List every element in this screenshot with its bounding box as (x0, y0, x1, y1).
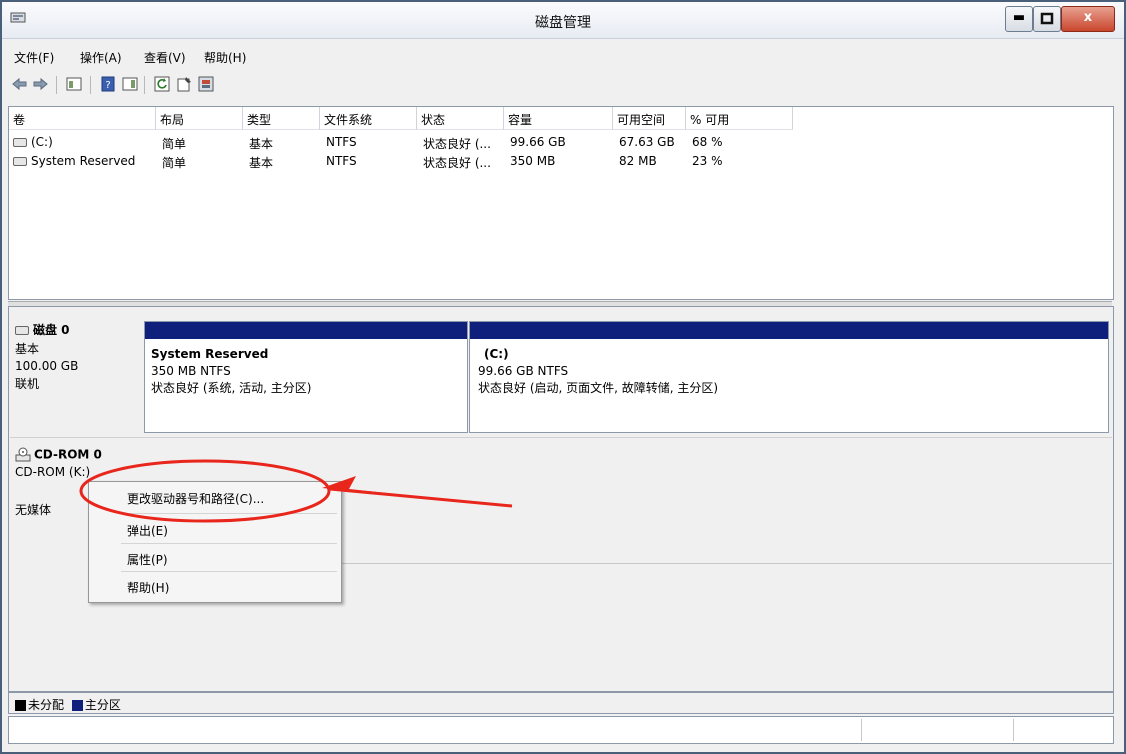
cell-percent-free: 68 % (692, 135, 723, 149)
svg-text:?: ? (105, 80, 110, 91)
cell-free-space: 82 MB (619, 154, 657, 168)
column-header-volume[interactable]: 卷 (9, 107, 156, 130)
menu-item-eject[interactable]: 弹出(E) (91, 517, 338, 541)
toolbar-separator (144, 76, 145, 94)
legend-unallocated-swatch (15, 700, 26, 711)
cell-capacity: 350 MB (510, 154, 556, 168)
volume-icon (13, 138, 27, 147)
properties-icon[interactable] (176, 76, 192, 92)
disk-size: 100.00 GB (15, 359, 79, 373)
menu-separator (121, 513, 337, 514)
partition-system-reserved[interactable]: System Reserved 350 MB NTFS 状态良好 (系统, 活动… (144, 321, 468, 433)
status-bar-separator (1013, 719, 1014, 741)
primary-partition-bar (145, 322, 467, 339)
cell-free-space: 67.63 GB (619, 135, 675, 149)
primary-partition-bar (470, 322, 1108, 339)
cell-percent-free: 23 % (692, 154, 723, 168)
cell-volume: (C:) (31, 135, 53, 149)
disk-name: 磁盘 0 (33, 323, 70, 337)
back-arrow-icon[interactable] (12, 76, 28, 92)
legend: 未分配 主分区 (8, 692, 1114, 714)
menu-item-change-drive-letter[interactable]: 更改驱动器号和路径(C)... (91, 485, 338, 509)
minimize-button[interactable]: ▬ (1005, 6, 1033, 32)
column-header-status[interactable]: 状态 (417, 107, 504, 130)
title-bar: 磁盘管理 ▬ x (2, 2, 1124, 39)
disk-status: 联机 (15, 377, 40, 391)
cell-capacity: 99.66 GB (510, 135, 566, 149)
cell-layout: 简单 (162, 156, 187, 170)
console-tree-icon[interactable] (66, 76, 82, 92)
maximize-icon (1040, 12, 1054, 25)
partition-size: 350 MB NTFS (151, 364, 231, 378)
menu-item-properties[interactable]: 属性(P) (91, 546, 338, 570)
cdrom-drive: CD-ROM (K:) (15, 465, 91, 479)
column-header-percent-free[interactable]: % 可用 (686, 107, 793, 130)
maximize-button[interactable] (1033, 6, 1061, 32)
close-button[interactable]: x (1061, 6, 1115, 32)
disk-management-window: 磁盘管理 ▬ x 文件(F) 操作(A) 查看(V) 帮助(H) ? 卷 布局 … (0, 0, 1126, 754)
toolbar-separator (56, 76, 57, 94)
context-menu: 更改驱动器号和路径(C)... 弹出(E) 属性(P) 帮助(H) (88, 481, 342, 603)
close-icon: x (1083, 10, 1093, 25)
partition-c-drive[interactable]: (C:) 99.66 GB NTFS 状态良好 (启动, 页面文件, 故障转储,… (469, 321, 1109, 433)
disk-0-label[interactable]: 磁盘 0 基本 100.00 GB 联机 (15, 315, 147, 435)
partition-name: (C:) (484, 347, 509, 361)
menu-file[interactable]: 文件(F) (14, 49, 54, 66)
window-title: 磁盘管理 (535, 15, 591, 31)
cdrom-icon (15, 447, 31, 462)
legend-unallocated-label: 未分配 (28, 698, 65, 712)
forward-arrow-icon[interactable] (32, 76, 48, 92)
legend-primary-label: 主分区 (84, 698, 121, 712)
partition-status: 状态良好 (系统, 活动, 主分区) (151, 381, 312, 395)
minimize-icon: ▬ (1012, 10, 1026, 25)
menu-action[interactable]: 操作(A) (80, 49, 122, 66)
partition-status: 状态良好 (启动, 页面文件, 故障转储, 主分区) (478, 381, 719, 395)
menu-separator (121, 571, 337, 572)
menu-separator (121, 543, 337, 544)
column-header-type[interactable]: 类型 (243, 107, 320, 130)
disk-icon (15, 326, 29, 335)
menu-item-help[interactable]: 帮助(H) (91, 574, 338, 598)
cell-status: 状态良好 (... (423, 137, 491, 151)
partition-size: 99.66 GB NTFS (478, 364, 569, 378)
cell-status: 状态良好 (... (423, 156, 491, 170)
refresh-icon[interactable] (154, 76, 170, 92)
volume-icon (13, 157, 27, 166)
partition-name: System Reserved (151, 347, 269, 361)
column-header-capacity[interactable]: 容量 (504, 107, 613, 130)
cell-volume: System Reserved (31, 154, 136, 168)
cdrom-name: CD-ROM 0 (34, 447, 102, 462)
column-header-layout[interactable]: 布局 (156, 107, 243, 130)
legend-primary-swatch (71, 700, 83, 711)
status-bar (8, 716, 1114, 744)
help-book-icon[interactable]: ? (100, 76, 116, 92)
disk-settings-icon[interactable] (198, 76, 214, 92)
toolbar-separator (90, 76, 91, 94)
column-header-filesystem[interactable]: 文件系统 (320, 107, 417, 130)
action-pane-icon[interactable] (122, 76, 138, 92)
cell-filesystem: NTFS (326, 135, 357, 149)
menu-help[interactable]: 帮助(H) (204, 49, 246, 66)
cell-layout: 简单 (162, 137, 187, 151)
status-bar-separator (861, 719, 862, 741)
toolbar: ? (6, 70, 1116, 100)
menu-view[interactable]: 查看(V) (144, 49, 186, 66)
cell-type: 基本 (249, 156, 274, 170)
disk-type: 基本 (15, 342, 40, 356)
column-header-free-space[interactable]: 可用空间 (613, 107, 686, 130)
volume-list: 卷 布局 类型 文件系统 状态 容量 可用空间 % 可用 (C:) 简单 基本 … (8, 106, 1114, 300)
cell-type: 基本 (249, 137, 274, 151)
cell-filesystem: NTFS (326, 154, 357, 168)
disk-row-separator (10, 437, 1112, 438)
